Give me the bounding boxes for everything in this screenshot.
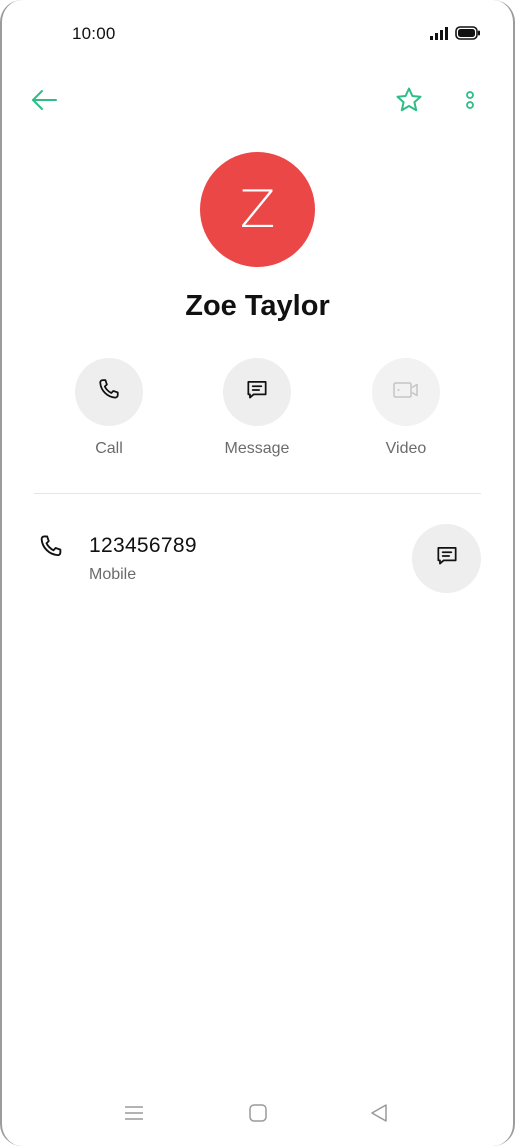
system-nav-bar	[0, 1094, 515, 1134]
app-bar	[0, 80, 515, 124]
favorite-button[interactable]	[393, 86, 425, 118]
message-icon	[434, 543, 460, 574]
back-triangle-icon	[369, 1103, 389, 1128]
star-outline-icon	[395, 86, 423, 119]
status-icons	[429, 26, 481, 45]
message-label: Message	[224, 440, 290, 457]
video-action[interactable]: Video	[346, 358, 466, 468]
avatar-initial: Z	[239, 179, 276, 240]
call-action[interactable]: Call	[49, 358, 169, 468]
signal-icon	[429, 26, 449, 45]
message-action[interactable]: Message	[197, 358, 317, 468]
message-button[interactable]	[223, 358, 291, 426]
call-label: Call	[95, 440, 123, 457]
recents-button[interactable]	[120, 1102, 148, 1128]
video-button[interactable]	[372, 358, 440, 426]
home-icon	[248, 1103, 268, 1128]
phone-icon	[36, 532, 66, 562]
divider	[34, 493, 481, 494]
back-button[interactable]	[28, 86, 60, 118]
phone-number[interactable]: 123456789	[89, 534, 197, 558]
phone-type: Mobile	[89, 566, 137, 583]
phone-icon	[95, 376, 123, 409]
more-options-button[interactable]	[454, 86, 486, 118]
more-vertical-icon	[465, 88, 475, 117]
avatar: Z	[200, 152, 315, 267]
phone-number-row[interactable]: 123456789 Mobile	[0, 516, 515, 606]
message-icon	[244, 377, 270, 408]
send-message-button[interactable]	[412, 524, 481, 593]
menu-icon	[123, 1104, 145, 1127]
video-label: Video	[385, 440, 427, 457]
call-button[interactable]	[75, 358, 143, 426]
status-time: 10:00	[72, 24, 116, 43]
back-nav-button[interactable]	[365, 1102, 393, 1128]
contact-name: Zoe Taylor	[185, 290, 330, 322]
video-icon	[392, 379, 420, 406]
home-button[interactable]	[244, 1102, 272, 1128]
arrow-left-icon	[30, 89, 58, 116]
status-bar: 10:00	[0, 0, 515, 60]
battery-icon	[455, 26, 481, 45]
